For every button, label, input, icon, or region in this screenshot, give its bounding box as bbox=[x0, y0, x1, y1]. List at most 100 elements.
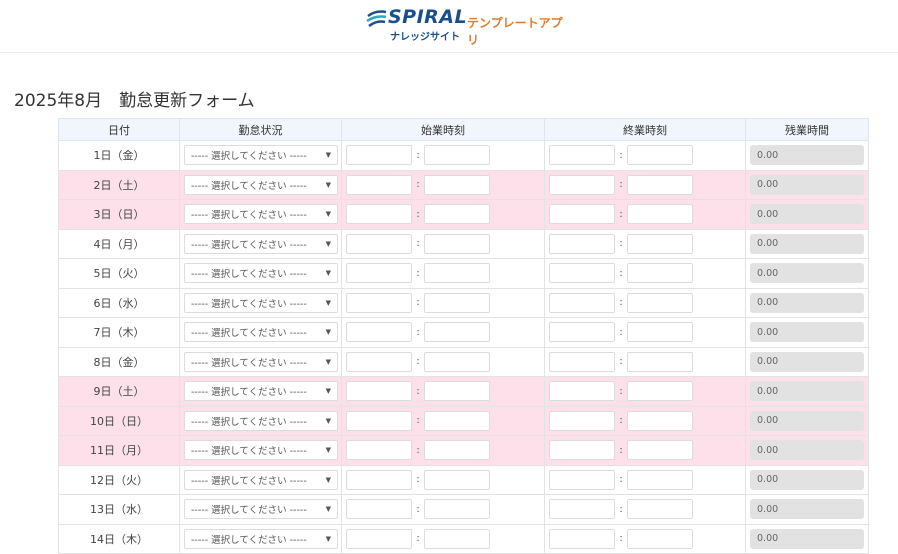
start-time-cell: : bbox=[341, 405, 545, 436]
column-header-start-time: 始業時刻 bbox=[341, 118, 545, 141]
attendance-status-select[interactable]: ----- 選択してください ----- ▼ bbox=[184, 528, 338, 549]
chevron-down-icon: ▼ bbox=[325, 446, 331, 455]
end-minute-input[interactable] bbox=[627, 528, 693, 549]
start-minute-input[interactable] bbox=[424, 233, 490, 254]
end-hour-input[interactable] bbox=[549, 410, 615, 431]
start-hour-input[interactable] bbox=[346, 292, 412, 313]
spiral-logo[interactable]: SPIRAL テンプレートアプリ ナレッジサイト bbox=[366, 6, 566, 47]
attendance-status-select[interactable]: ----- 選択してください ----- ▼ bbox=[184, 469, 338, 490]
start-minute-input[interactable] bbox=[424, 499, 490, 520]
start-minute-input[interactable] bbox=[424, 174, 490, 195]
table-row: 11日（月） ----- 選択してください ----- ▼:: 0.00 bbox=[58, 435, 869, 466]
end-hour-input[interactable] bbox=[549, 145, 615, 166]
end-time-cell: : bbox=[544, 464, 746, 495]
table-row: 12日（火） ----- 選択してください ----- ▼:: 0.00 bbox=[58, 464, 869, 495]
end-minute-input[interactable] bbox=[627, 174, 693, 195]
select-placeholder: ----- 選択してください ----- bbox=[191, 387, 307, 399]
attendance-status-select[interactable]: ----- 選択してください ----- ▼ bbox=[184, 351, 338, 372]
end-hour-input[interactable] bbox=[549, 440, 615, 461]
attendance-status-select[interactable]: ----- 選択してください ----- ▼ bbox=[184, 233, 338, 254]
end-hour-input[interactable] bbox=[549, 528, 615, 549]
attendance-status-select[interactable]: ----- 選択してください ----- ▼ bbox=[184, 499, 338, 520]
attendance-status-select[interactable]: ----- 選択してください ----- ▼ bbox=[184, 292, 338, 313]
attendance-status-select[interactable]: ----- 選択してください ----- ▼ bbox=[184, 322, 338, 343]
start-minute-input[interactable] bbox=[424, 351, 490, 372]
attendance-status-select[interactable]: ----- 選択してください ----- ▼ bbox=[184, 145, 338, 166]
start-minute-input[interactable] bbox=[424, 528, 490, 549]
start-hour-input[interactable] bbox=[346, 351, 412, 372]
start-minute-input[interactable] bbox=[424, 292, 490, 313]
end-minute-input[interactable] bbox=[627, 410, 693, 431]
end-minute-input[interactable] bbox=[627, 145, 693, 166]
end-hour-input[interactable] bbox=[549, 322, 615, 343]
select-placeholder: ----- 選択してください ----- bbox=[191, 357, 307, 369]
end-hour-input[interactable] bbox=[549, 351, 615, 372]
start-minute-input[interactable] bbox=[424, 410, 490, 431]
date-cell: 11日（月） bbox=[58, 435, 180, 466]
start-minute-input[interactable] bbox=[424, 469, 490, 490]
end-minute-input[interactable] bbox=[627, 381, 693, 402]
end-time-cell: : bbox=[544, 376, 746, 407]
start-hour-input[interactable] bbox=[346, 499, 412, 520]
start-minute-input[interactable] bbox=[424, 381, 490, 402]
select-placeholder: ----- 選択してください ----- bbox=[191, 239, 307, 251]
start-hour-input[interactable] bbox=[346, 469, 412, 490]
time-separator: : bbox=[416, 326, 420, 338]
date-cell: 2日（土） bbox=[58, 169, 180, 200]
start-minute-input[interactable] bbox=[424, 263, 490, 284]
start-hour-input[interactable] bbox=[346, 145, 412, 166]
start-minute-input[interactable] bbox=[424, 322, 490, 343]
start-hour-input[interactable] bbox=[346, 263, 412, 284]
overtime-cell: 0.00 bbox=[745, 169, 869, 200]
start-minute-input[interactable] bbox=[424, 440, 490, 461]
start-time-cell: : bbox=[341, 169, 545, 200]
end-minute-input[interactable] bbox=[627, 351, 693, 372]
start-minute-input[interactable] bbox=[424, 145, 490, 166]
start-time-cell: : bbox=[341, 287, 545, 318]
status-cell: ----- 選択してください ----- ▼ bbox=[179, 494, 342, 525]
end-minute-input[interactable] bbox=[627, 469, 693, 490]
date-cell: 12日（火） bbox=[58, 464, 180, 495]
start-hour-input[interactable] bbox=[346, 528, 412, 549]
time-separator: : bbox=[619, 238, 623, 250]
end-hour-input[interactable] bbox=[549, 499, 615, 520]
attendance-status-select[interactable]: ----- 選択してください ----- ▼ bbox=[184, 263, 338, 284]
start-minute-input[interactable] bbox=[424, 204, 490, 225]
start-hour-input[interactable] bbox=[346, 233, 412, 254]
end-hour-input[interactable] bbox=[549, 469, 615, 490]
overtime-cell: 0.00 bbox=[745, 346, 869, 377]
attendance-status-select[interactable]: ----- 選択してください ----- ▼ bbox=[184, 174, 338, 195]
end-minute-input[interactable] bbox=[627, 233, 693, 254]
start-hour-input[interactable] bbox=[346, 174, 412, 195]
end-minute-input[interactable] bbox=[627, 263, 693, 284]
end-hour-input[interactable] bbox=[549, 174, 615, 195]
chevron-down-icon: ▼ bbox=[325, 387, 331, 396]
end-hour-input[interactable] bbox=[549, 292, 615, 313]
start-hour-input[interactable] bbox=[346, 381, 412, 402]
end-hour-input[interactable] bbox=[549, 233, 615, 254]
chevron-down-icon: ▼ bbox=[325, 534, 331, 543]
end-hour-input[interactable] bbox=[549, 263, 615, 284]
overtime-cell: 0.00 bbox=[745, 199, 869, 230]
start-hour-input[interactable] bbox=[346, 440, 412, 461]
overtime-cell: 0.00 bbox=[745, 228, 869, 259]
end-minute-input[interactable] bbox=[627, 292, 693, 313]
overtime-cell: 0.00 bbox=[745, 405, 869, 436]
select-placeholder: ----- 選択してください ----- bbox=[191, 180, 307, 192]
end-minute-input[interactable] bbox=[627, 440, 693, 461]
status-cell: ----- 選択してください ----- ▼ bbox=[179, 523, 342, 554]
attendance-status-select[interactable]: ----- 選択してください ----- ▼ bbox=[184, 440, 338, 461]
attendance-status-select[interactable]: ----- 選択してください ----- ▼ bbox=[184, 381, 338, 402]
attendance-status-select[interactable]: ----- 選択してください ----- ▼ bbox=[184, 410, 338, 431]
start-hour-input[interactable] bbox=[346, 204, 412, 225]
start-hour-input[interactable] bbox=[346, 322, 412, 343]
end-minute-input[interactable] bbox=[627, 499, 693, 520]
end-minute-input[interactable] bbox=[627, 204, 693, 225]
end-minute-input[interactable] bbox=[627, 322, 693, 343]
start-hour-input[interactable] bbox=[346, 410, 412, 431]
attendance-status-select[interactable]: ----- 選択してください ----- ▼ bbox=[184, 204, 338, 225]
end-hour-input[interactable] bbox=[549, 381, 615, 402]
start-time-cell: : bbox=[341, 376, 545, 407]
table-row: 9日（土） ----- 選択してください ----- ▼:: 0.00 bbox=[58, 376, 869, 407]
end-hour-input[interactable] bbox=[549, 204, 615, 225]
